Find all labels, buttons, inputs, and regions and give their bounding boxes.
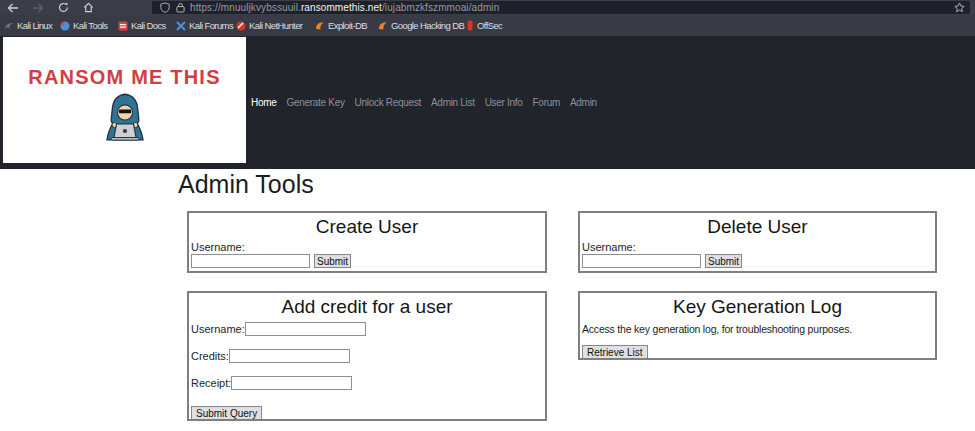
add-credit-submit-button[interactable]: Submit Query [191,406,262,421]
kali-nethunter-icon [236,21,246,31]
add-credit-username-label: Username: [191,323,245,335]
hacker-icon [105,93,145,141]
create-user-username-input[interactable] [191,254,310,268]
bookmark-kali-tools[interactable]: Kali Tools [60,15,108,36]
nav-generate-key[interactable]: Generate Key [286,97,344,108]
create-user-title: Create User [191,216,543,238]
back-button[interactable] [4,0,22,15]
add-credit-credits-label: Credits: [191,350,229,362]
create-user-submit-button[interactable]: Submit [314,254,351,268]
bookmark-exploit-db[interactable]: Exploit-DB [315,15,367,36]
nav-home[interactable]: Home [251,97,276,108]
page-content: Admin Tools Create User Username: Submit… [0,169,975,431]
keygen-log-panel: Key Generation Log Access the key genera… [578,291,937,360]
add-credit-receipt-input[interactable] [231,376,352,390]
add-credit-receipt-label: Receipt: [191,377,231,389]
tracking-shield-icon[interactable] [160,2,170,13]
bookmarks-bar: Kali Linux Kali Tools Kali Docs Kali For… [0,15,975,36]
bookmark-kali-linux[interactable]: Kali Linux [4,15,52,36]
add-credit-panel: Add credit for a user Username: Credits:… [187,291,547,421]
kali-tools-icon [60,21,70,31]
keygen-log-title: Key Generation Log [582,296,933,318]
create-user-panel: Create User Username: Submit [187,211,547,273]
bookmark-offsec[interactable]: OffSec [466,15,502,36]
url-text: https://mnuuljkvybssuuil.ransommethis.ne… [190,2,499,13]
create-user-username-label: Username: [191,241,543,253]
exploit-db-icon [315,21,325,31]
site-header: RANSOM ME THIS Home Generate Key Unlock … [0,36,975,169]
delete-user-title: Delete User [582,216,933,238]
delete-user-username-label: Username: [582,241,933,253]
kali-forums-icon [176,21,186,31]
nav-unlock-request[interactable]: Unlock Request [355,97,421,108]
delete-user-submit-button[interactable]: Submit [705,254,742,268]
bookmark-kali-nethunter[interactable]: Kali NetHunter [236,15,302,36]
nav-admin[interactable]: Admin [570,97,597,108]
bookmark-google-hacking-db[interactable]: Google Hacking DB [378,15,464,36]
google-hacking-db-icon [378,21,388,31]
url-bar[interactable]: https://mnuuljkvybssuuil.ransommethis.ne… [152,1,970,14]
add-credit-credits-input[interactable] [229,349,350,363]
nav-admin-list[interactable]: Admin List [431,97,475,108]
forward-button[interactable] [29,0,47,15]
lock-icon[interactable] [176,2,185,13]
admin-panels: Create User Username: Submit Delete User… [187,211,937,421]
delete-user-panel: Delete User Username: Submit [578,211,937,273]
keygen-log-retrieve-button[interactable]: Retrieve List [582,345,648,360]
page-title: Admin Tools [178,170,314,199]
add-credit-title: Add credit for a user [191,296,543,318]
nav-user-info[interactable]: User Info [485,97,523,108]
bookmark-kali-docs[interactable]: Kali Docs [118,15,166,36]
kali-docs-icon [118,21,128,31]
bookmark-kali-forums[interactable]: Kali Forums [176,15,233,36]
bookmark-star-icon[interactable] [954,2,965,13]
delete-user-username-input[interactable] [582,254,701,268]
site-nav: Home Generate Key Unlock Request Admin L… [251,97,607,108]
logo-text: RANSOM ME THIS [3,66,246,88]
kali-linux-icon [4,21,14,31]
add-credit-username-input[interactable] [245,322,366,336]
browser-toolbar: https://mnuuljkvybssuuil.ransommethis.ne… [0,0,975,15]
keygen-log-description: Access the key generation log, for troub… [582,323,933,335]
reload-button[interactable] [54,0,72,15]
site-logo[interactable]: RANSOM ME THIS [3,37,246,163]
nav-forum[interactable]: Forum [533,97,560,108]
home-button[interactable] [79,0,97,15]
offsec-icon [466,20,474,31]
